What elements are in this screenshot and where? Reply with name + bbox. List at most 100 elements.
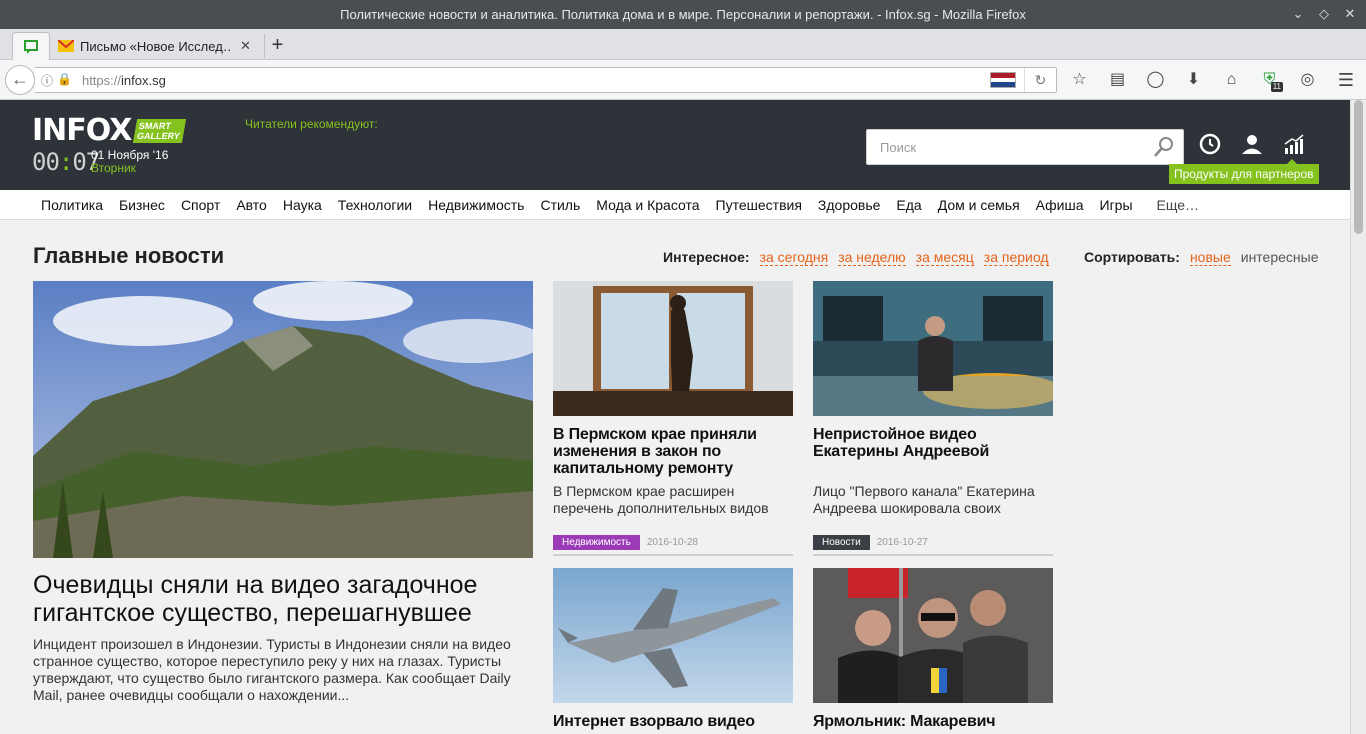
card-title[interactable]: В Пермском крае приняли изменения в зако… [553,426,793,477]
main-story-image[interactable] [33,281,533,558]
clock-icon[interactable] [1198,132,1222,156]
scrollbar-thumb[interactable] [1354,100,1363,234]
url-text: https://infox.sg [81,72,166,88]
category-link[interactable]: Здоровье [818,197,881,213]
stats-icon[interactable] [1282,132,1306,156]
card-image[interactable] [553,568,793,703]
news-card[interactable]: В Пермском крае приняли изменения в зако… [553,281,793,556]
category-link[interactable]: Игры [1100,197,1133,213]
filter-option[interactable]: за период [983,249,1049,266]
card-title[interactable]: Интернет взорвало видео [553,713,793,730]
download-icon[interactable]: ⬇ [1180,68,1207,92]
card-title[interactable]: Непристойное видео Екатерины Андреевой [813,426,1053,460]
category-link[interactable]: Спорт [181,197,220,213]
tab-strip: Письмо «Новое Исслед… ✕ + [0,29,1366,60]
main-story-lede: Инцидент произошел в Индонезии. Туристы … [33,636,511,703]
filter-option[interactable]: за неделю [838,249,906,266]
vertical-scrollbar[interactable] [1350,100,1366,734]
maximize-icon[interactable]: ◇ [1316,5,1332,23]
category-link[interactable]: Стиль [540,197,580,213]
tab-close-icon[interactable]: ✕ [240,38,251,54]
window-controls: ⌄ ◇ ✕ [1290,5,1358,23]
category-link[interactable]: Авто [236,197,267,213]
lock-warning-icon: 🔒 [57,71,72,86]
category-link[interactable]: Еда [896,197,921,213]
pocket-icon[interactable]: ◯ [1142,68,1169,92]
search-icon[interactable] [1152,135,1176,159]
info-icon: ⓘ [41,73,54,88]
reading-list-icon[interactable]: ▤ [1104,68,1131,92]
site-logo[interactable]: INFOX SMART GALLERY [32,116,187,146]
interesting-filter: Интересное: за сегодня за неделю за месяц з… [663,249,1049,266]
date-block: 01 Ноября '16 Вторник [91,149,168,175]
clock: 00:07 [32,148,100,176]
navigation-toolbar: ← ⓘ 🔒 https://infox.sg ↻ ☆ ▤ ◯ ⬇ ⌂ ⛨ 11 ◎… [0,60,1366,100]
card-meta: Новости 2016-10-27 [813,531,1053,556]
tab-mail[interactable]: Письмо «Новое Исслед… ✕ [50,32,260,60]
window-titlebar: Политические новости и аналитика. Полити… [0,0,1366,29]
news-card[interactable]: Непристойное видео Екатерины Андреевой Л… [813,281,1053,556]
category-tag[interactable]: Новости [813,535,870,550]
category-link[interactable]: Политика [41,197,103,213]
card-image[interactable] [813,568,1053,703]
card-desc: Лицо "Первого канала" Екатерина Андреева… [813,483,1035,516]
category-more-link[interactable]: Еще… [1157,197,1200,213]
section-title: Главные новости [33,243,225,268]
category-link[interactable]: Дом и семья [938,197,1020,213]
category-link[interactable]: Недвижимость [428,197,524,213]
search-box [866,129,1184,165]
logo-badge: SMART GALLERY [133,119,187,143]
weekday-text: Вторник [91,161,136,175]
category-tag[interactable]: Недвижимость [553,535,640,550]
card-title[interactable]: Ярмольник: Макаревич [813,713,1053,730]
window-title: Политические новости и аналитика. Полити… [340,7,1026,22]
minimize-icon[interactable]: ⌄ [1290,5,1306,23]
category-link[interactable]: Технологии [338,197,412,213]
tab-pinned[interactable] [12,32,50,60]
recommend-label: Читатели рекомендуют: [245,117,378,131]
card-meta: Недвижимость 2016-10-28 [553,531,793,556]
category-link[interactable]: Наука [283,197,322,213]
site-identity[interactable]: ⓘ 🔒 [41,72,72,89]
filter-option[interactable]: за сегодня [759,249,829,266]
category-link[interactable]: Мода и Красота [596,197,699,213]
card-date: 2016-10-27 [876,537,928,548]
header-icons [1198,132,1306,156]
card-desc: В Пермском крае расширен перечень дополн… [553,483,769,516]
bookmark-star-icon[interactable]: ☆ [1066,68,1093,92]
flag-icon[interactable] [990,72,1016,88]
sort-label: Сортировать: [1084,249,1180,265]
url-bar[interactable]: ⓘ 🔒 https://infox.sg ↻ [35,67,1057,93]
chat-icon [24,39,38,54]
filter-label: Интересное: [663,249,750,265]
tab-title: Письмо «Новое Исслед… [80,38,230,54]
reload-icon[interactable]: ↻ [1024,68,1056,92]
sort-new-link[interactable]: новые [1189,249,1231,266]
globe-extension-icon[interactable]: ◎ [1294,68,1321,92]
partner-tooltip: Продукты для партнеров [1169,159,1319,184]
news-card[interactable]: Интернет взорвало видео [553,568,793,730]
sort-interesting-link[interactable]: интересные [1241,249,1319,266]
shield-extension-icon[interactable]: ⛨ 11 [1256,68,1283,92]
home-icon[interactable]: ⌂ [1218,68,1245,92]
card-image[interactable] [553,281,793,416]
category-nav: Политика Бизнес Спорт Авто Наука Технологии Не… [0,190,1350,220]
category-link[interactable]: Путешествия [716,197,802,213]
new-tab-button[interactable]: + [264,34,290,58]
site-header: INFOX SMART GALLERY 00:07 01 Ноября '16 В… [0,100,1350,190]
category-link[interactable]: Афиша [1036,197,1084,213]
main-story-headline[interactable]: Очевидцы сняли на видео загадочное гиган… [33,571,523,627]
search-input[interactable] [867,130,1137,164]
news-card[interactable]: Ярмольник: Макаревич [813,568,1053,730]
sort-control: Сортировать: новые интересные [1084,249,1319,266]
hamburger-menu-icon[interactable]: ☰ [1334,68,1358,92]
mail-icon [58,40,74,52]
toolbar-icons: ☆ ▤ ◯ ⬇ ⌂ ⛨ 11 ◎ [1066,68,1321,92]
close-icon[interactable]: ✕ [1342,5,1358,23]
filter-option[interactable]: за месяц [915,249,974,266]
category-link[interactable]: Бизнес [119,197,165,213]
card-image[interactable] [813,281,1053,416]
user-icon[interactable] [1240,132,1264,156]
back-button[interactable]: ← [5,65,35,95]
card-date: 2016-10-28 [646,537,698,548]
